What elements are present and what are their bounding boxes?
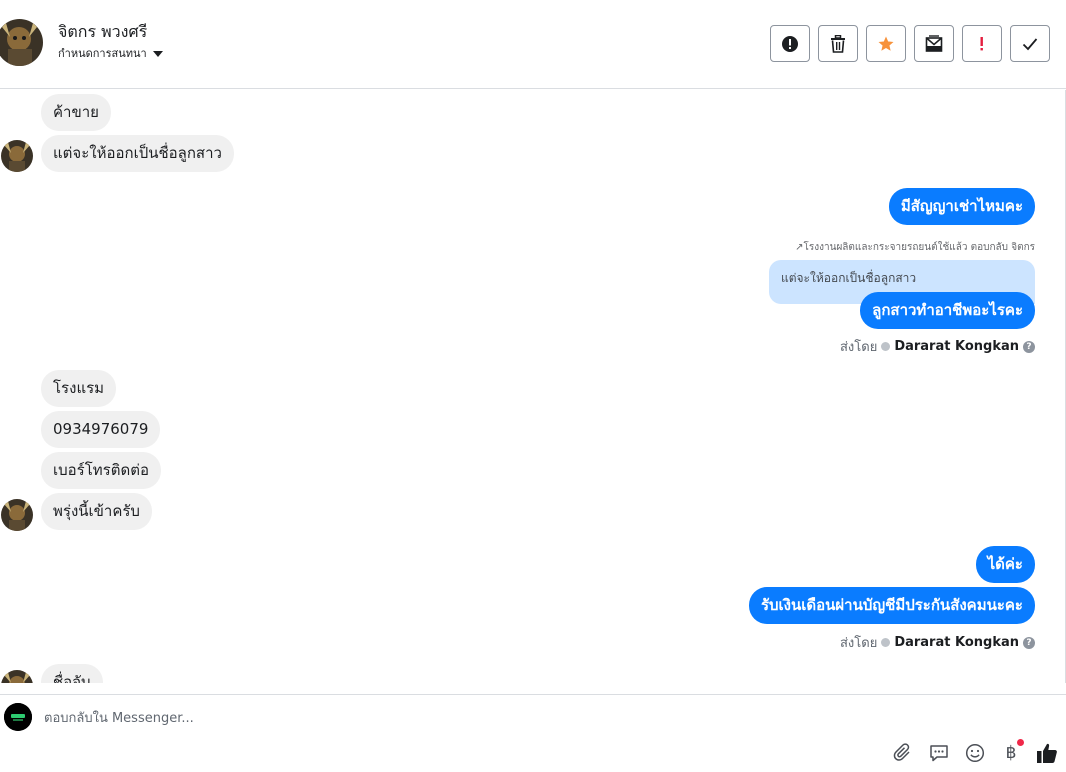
emoji-button[interactable]	[964, 742, 986, 764]
smiley-icon	[965, 743, 985, 763]
star-button[interactable]	[866, 25, 906, 62]
sender-name: Dararat Kongkan	[894, 339, 1019, 354]
sent-by-line: ส่งโดย Dararat Kongkan ?	[840, 336, 1035, 357]
composer-tools: ฿	[892, 739, 1058, 764]
paperclip-icon	[893, 743, 910, 761]
chat-bubble-icon	[930, 745, 948, 762]
help-icon[interactable]: ?	[1023, 340, 1035, 353]
trash-icon	[831, 34, 845, 53]
attach-button[interactable]	[892, 742, 914, 764]
reply-composer: ฿	[0, 694, 1066, 772]
contact-name[interactable]: จิตกร พวงศรี	[58, 20, 147, 45]
mark-unread-button[interactable]	[914, 25, 954, 62]
page-logo	[4, 703, 32, 731]
contact-avatar[interactable]	[0, 19, 43, 66]
message-thread[interactable]: ค้าขาย แต่จะให้ออกเป็นชื่อลูกสาว มีสัญญา…	[0, 90, 1066, 683]
caret-down-icon	[152, 50, 163, 57]
outgoing-message[interactable]: ได้ค่ะ	[975, 546, 1035, 583]
incoming-message[interactable]: 0934976079	[41, 411, 161, 448]
help-icon[interactable]: ?	[1023, 636, 1035, 649]
sender-dot-icon	[881, 342, 891, 351]
incoming-message[interactable]: โรงแรม	[41, 370, 117, 407]
contact-small-avatar	[1, 499, 33, 531]
check-icon	[1022, 37, 1038, 50]
envelope-x-icon	[925, 34, 943, 52]
sender-name: Dararat Kongkan	[894, 635, 1019, 650]
like-button[interactable]	[1036, 742, 1058, 764]
alert-circle-icon	[782, 35, 798, 52]
reply-input[interactable]	[44, 708, 744, 728]
priority-button[interactable]	[962, 25, 1002, 62]
notification-dot	[1017, 739, 1024, 746]
header-actions	[770, 25, 1050, 62]
conversation-header: จิตกร พวงศรี กำหนดการสนทนา	[0, 0, 1066, 89]
sent-by-line: ส่งโดย Dararat Kongkan ?	[840, 632, 1035, 653]
incoming-message[interactable]: ชื่อจับ	[41, 664, 103, 683]
incoming-message[interactable]: เบอร์โทรติดต่อ	[41, 452, 161, 489]
outgoing-message[interactable]: มีสัญญาเช่าไหมคะ	[888, 188, 1035, 225]
conversation-view: จิตกร พวงศรี กำหนดการสนทนา ค้าขาย แต่จะใ…	[0, 0, 1066, 772]
contact-small-avatar	[1, 670, 33, 683]
spam-button[interactable]	[770, 25, 810, 62]
payment-button[interactable]: ฿	[1000, 739, 1024, 764]
contact-small-avatar	[1, 140, 33, 172]
exclamation-icon	[980, 36, 983, 50]
done-button[interactable]	[1010, 25, 1050, 62]
reply-context-note: ↗โรงงานผลิตและกระจายรถยนต์ใช้แล้ว ตอบกลั…	[795, 242, 1035, 253]
incoming-message[interactable]: แต่จะให้ออกเป็นชื่อลูกสาว	[41, 135, 234, 172]
outgoing-message[interactable]: ลูกสาวทำอาชีพอะไรคะ	[860, 292, 1035, 329]
conversation-settings-dropdown[interactable]: กำหนดการสนทนา	[58, 44, 163, 62]
sender-dot-icon	[881, 638, 891, 647]
incoming-message[interactable]: ค้าขาย	[41, 94, 111, 131]
thumbs-up-icon	[1037, 743, 1057, 763]
incoming-message[interactable]: พรุ่งนี้เข้าครับ	[41, 493, 152, 530]
saved-replies-button[interactable]	[928, 742, 950, 764]
delete-button[interactable]	[818, 25, 858, 62]
baht-icon: ฿	[1005, 743, 1017, 763]
star-icon	[878, 36, 894, 51]
outgoing-message[interactable]: รับเงินเดือนผ่านบัญชีมีประกันสังคมนะคะ	[748, 587, 1035, 624]
conversation-settings-label: กำหนดการสนทนา	[58, 47, 147, 60]
